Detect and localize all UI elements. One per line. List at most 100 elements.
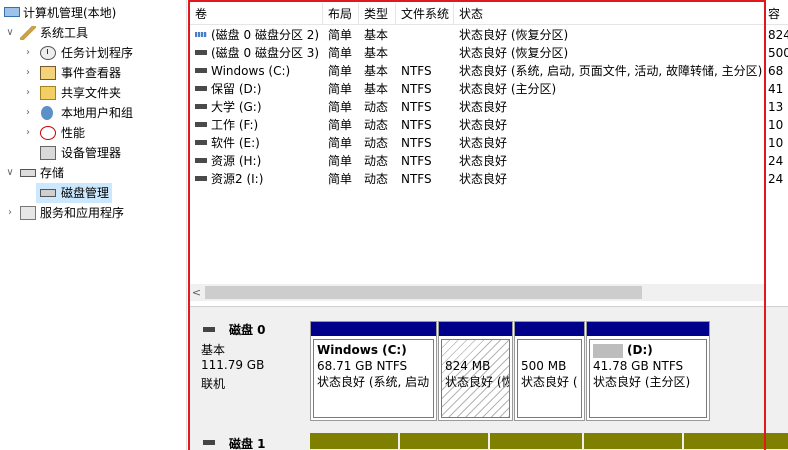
dynamic-volume-bar[interactable]: [490, 433, 584, 449]
partition-body: 824 MB 状态良好 (恢: [441, 339, 510, 418]
cell-volume: 软件 (E:): [190, 134, 323, 152]
cell-status-text: 状态良好 (系统, 启动, 页面文件, 活动, 故障转储, 主分区): [459, 64, 763, 78]
chevron-down-icon[interactable]: ∨: [4, 163, 16, 183]
cell-capacity: 41: [766, 80, 788, 98]
column-header-layout[interactable]: 布局: [323, 3, 359, 25]
volume-row[interactable]: 资源2 (I:) 简单 动态 NTFS 状态良好 24: [188, 170, 788, 188]
chevron-right-icon[interactable]: ›: [4, 203, 16, 223]
volume-icon: [195, 140, 207, 145]
disk-icon: [203, 440, 215, 445]
partition-recovery-500mb[interactable]: 500 MB 状态良好 (: [514, 321, 585, 421]
chevron-right-icon[interactable]: ›: [22, 83, 34, 103]
volume-row[interactable]: 保留 (D:) 简单 基本 NTFS 状态良好 (主分区) 41: [188, 80, 788, 98]
column-header-filesystem[interactable]: 文件系统: [396, 3, 454, 25]
tree-item-shared-folders[interactable]: › 共享文件夹: [0, 83, 187, 103]
cell-volume-text: Windows (C:): [211, 64, 291, 78]
volume-row[interactable]: 大学 (G:) 简单 动态 NTFS 状态良好 13: [188, 98, 788, 116]
cell-type-text: 动态: [364, 118, 389, 132]
volume-row[interactable]: (磁盘 0 磁盘分区 2) 简单 基本 状态良好 (恢复分区) 824: [188, 26, 788, 44]
cell-status: 状态良好: [454, 98, 765, 116]
tree-label: 计算机管理(本地): [23, 6, 117, 20]
tree-item-storage[interactable]: ∨ 存储: [0, 163, 187, 183]
cell-layout: 简单: [323, 98, 359, 116]
volume-row[interactable]: (磁盘 0 磁盘分区 3) 简单 基本 状态良好 (恢复分区) 500: [188, 44, 788, 62]
disk-size: 111.79 GB: [201, 358, 265, 372]
partition-windows-c[interactable]: Windows (C:) 68.71 GB NTFS 状态良好 (系统, 启动: [310, 321, 437, 421]
partition-recovery-824mb[interactable]: 824 MB 状态良好 (恢: [438, 321, 513, 421]
tree-item-system-tools[interactable]: ∨ 系统工具: [0, 23, 187, 43]
chevron-right-icon[interactable]: ›: [22, 63, 34, 83]
cell-layout-text: 简单: [328, 100, 353, 114]
disk-layout-area: 磁盘 0 基本 111.79 GB 联机 Windows (C:) 68.71 …: [188, 306, 788, 450]
cell-type-text: 基本: [364, 64, 389, 78]
console-tree: 计算机管理(本地) ∨ 系统工具 › 任务计划程序 › 事件查看器 › 共享文件…: [0, 0, 187, 450]
cell-capacity: 24: [766, 152, 788, 170]
scroll-thumb[interactable]: [205, 286, 642, 299]
column-header-type[interactable]: 类型: [359, 3, 396, 25]
cell-layout: 简单: [323, 44, 359, 62]
cell-type: 动态: [359, 98, 396, 116]
tree-item-event-viewer[interactable]: › 事件查看器: [0, 63, 187, 83]
tree-item-device-manager[interactable]: 设备管理器: [0, 143, 187, 163]
tree-item-services-apps[interactable]: › 服务和应用程序: [0, 203, 187, 223]
tree-label: 存储: [40, 166, 65, 180]
column-header-volume[interactable]: 卷: [190, 3, 323, 25]
dynamic-volume-bar[interactable]: [684, 433, 788, 449]
cell-volume: 资源 (H:): [190, 152, 323, 170]
disk-1-label[interactable]: 磁盘 1: [192, 433, 304, 450]
tools-icon: [20, 26, 36, 40]
cell-type: 基本: [359, 62, 396, 80]
cell-volume-text: 大学 (G:): [211, 100, 262, 114]
cell-type: 基本: [359, 26, 396, 44]
cell-status-text: 状态良好: [459, 100, 508, 114]
cell-type: 动态: [359, 170, 396, 188]
volume-row[interactable]: Windows (C:) 简单 基本 NTFS 状态良好 (系统, 启动, 页面文件, …: [188, 62, 788, 80]
cell-capacity: 24: [766, 170, 788, 188]
scroll-left-button[interactable]: <: [188, 284, 205, 301]
dynamic-volume-bar[interactable]: [400, 433, 490, 449]
cell-type-text: 基本: [364, 46, 389, 60]
cell-type-text: 基本: [364, 28, 389, 42]
chevron-down-icon[interactable]: ∨: [4, 23, 16, 43]
cell-capacity: 10: [766, 134, 788, 152]
tree-item-performance[interactable]: › 性能: [0, 123, 187, 143]
partition-d[interactable]: (D:) 41.78 GB NTFS 状态良好 (主分区): [586, 321, 710, 421]
partition-status: 状态良好 (系统, 启动: [317, 375, 430, 389]
disk-0-label[interactable]: 磁盘 0 基本 111.79 GB 联机: [192, 321, 304, 421]
cell-filesystem-text: NTFS: [401, 82, 432, 96]
cell-filesystem: [396, 44, 454, 62]
cell-volume-text: 资源2 (I:): [211, 172, 264, 186]
tree-label: 服务和应用程序: [40, 206, 125, 220]
disk-icon: [40, 189, 56, 197]
tree-item-task-scheduler[interactable]: › 任务计划程序: [0, 43, 187, 63]
volume-row[interactable]: 软件 (E:) 简单 动态 NTFS 状态良好 10: [188, 134, 788, 152]
tree-label: 共享文件夹: [61, 86, 122, 100]
cell-status: 状态良好 (系统, 启动, 页面文件, 活动, 故障转储, 主分区): [454, 62, 765, 80]
cell-volume: (磁盘 0 磁盘分区 2): [190, 26, 323, 44]
column-header-status[interactable]: 状态: [454, 3, 765, 25]
partition-size: 41.78 GB NTFS: [593, 359, 684, 373]
dynamic-volume-bar[interactable]: [584, 433, 684, 449]
dynamic-volume-bar[interactable]: [310, 433, 400, 449]
cell-filesystem: NTFS: [396, 62, 454, 80]
column-header-capacity[interactable]: 容: [766, 3, 788, 25]
chevron-right-icon[interactable]: ›: [22, 123, 34, 143]
volume-row[interactable]: 资源 (H:) 简单 动态 NTFS 状态良好 24: [188, 152, 788, 170]
horizontal-scrollbar[interactable]: <: [188, 284, 764, 301]
volume-row[interactable]: 工作 (F:) 简单 动态 NTFS 状态良好 10: [188, 116, 788, 134]
tree-item-computer-management[interactable]: 计算机管理(本地): [0, 3, 187, 23]
disk-state: 联机: [201, 377, 226, 391]
chevron-right-icon[interactable]: ›: [22, 103, 34, 123]
cell-layout-text: 简单: [328, 136, 353, 150]
cell-layout: 简单: [323, 170, 359, 188]
cell-layout-text: 简单: [328, 28, 353, 42]
cell-volume-text: 资源 (H:): [211, 154, 262, 168]
chevron-right-icon[interactable]: ›: [22, 43, 34, 63]
cell-filesystem: [396, 26, 454, 44]
tree-item-local-users[interactable]: › 本地用户和组: [0, 103, 187, 123]
cell-volume: 资源2 (I:): [190, 170, 323, 188]
cell-status-text: 状态良好: [459, 136, 508, 150]
tree-item-disk-management[interactable]: 磁盘管理: [36, 183, 112, 203]
cell-type-text: 动态: [364, 154, 389, 168]
volume-list-header: 卷 布局 类型 文件系统 状态 容: [188, 3, 788, 25]
